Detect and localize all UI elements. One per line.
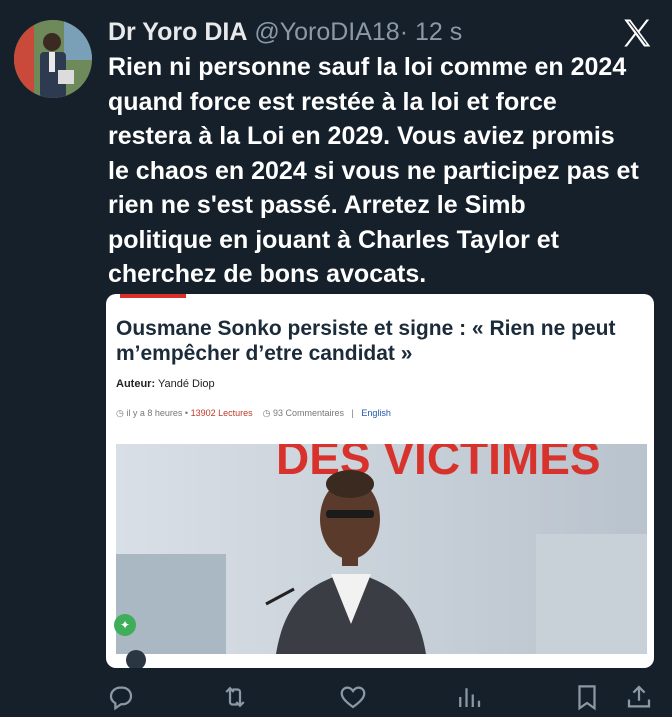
photo-banner-text: DES VICTIMES bbox=[276, 444, 601, 484]
language-link[interactable]: English bbox=[361, 408, 391, 418]
tweet-time[interactable]: 12 s bbox=[415, 18, 462, 46]
heart-icon[interactable] bbox=[338, 682, 368, 712]
phone-icon bbox=[126, 650, 146, 668]
avatar[interactable] bbox=[14, 20, 92, 98]
meta-separator: | bbox=[351, 408, 354, 418]
author-handle[interactable]: @YoroDIA18 bbox=[254, 18, 399, 46]
meta-time: il y a 8 heures bbox=[126, 408, 183, 418]
x-logo-icon bbox=[620, 16, 654, 50]
tweet-text: Rien ni personne sauf la loi comme en 20… bbox=[108, 53, 639, 288]
clock-icon: ◷ bbox=[116, 408, 124, 418]
tweet-header: Dr Yoro DIA @YoroDIA18· 12 s bbox=[108, 16, 462, 48]
author-name[interactable]: Dr Yoro DIA bbox=[108, 18, 247, 46]
views-chart-icon[interactable] bbox=[454, 682, 484, 712]
retweet-icon[interactable] bbox=[220, 682, 250, 712]
link-card[interactable]: Ousmane Sonko persiste et signe : « Rien… bbox=[106, 294, 654, 668]
avatar-photo bbox=[14, 20, 92, 98]
card-photo: DES VICTIMES bbox=[116, 444, 647, 654]
card-accent-bar bbox=[120, 294, 186, 298]
header-separator: · bbox=[399, 18, 409, 46]
card-share-icon[interactable]: ✦ bbox=[114, 614, 136, 636]
author-label: Auteur: bbox=[116, 378, 156, 390]
card-author: Auteur: Yandé Diop bbox=[116, 378, 215, 390]
reply-icon[interactable] bbox=[106, 682, 136, 712]
card-headline[interactable]: Ousmane Sonko persiste et signe : « Rien… bbox=[116, 316, 644, 366]
bookmark-icon[interactable] bbox=[572, 682, 602, 712]
author-value: Yandé Diop bbox=[157, 378, 215, 390]
meta-comments: 93 Commentaires bbox=[273, 408, 345, 418]
action-bar bbox=[0, 682, 672, 712]
comment-icon: ◷ bbox=[262, 408, 271, 418]
card-meta: ◷ il y a 8 heures • 13902 Lectures ◷ 93 … bbox=[116, 408, 391, 418]
share-icon[interactable] bbox=[624, 682, 654, 712]
meta-reads: 13902 Lectures bbox=[190, 408, 253, 418]
